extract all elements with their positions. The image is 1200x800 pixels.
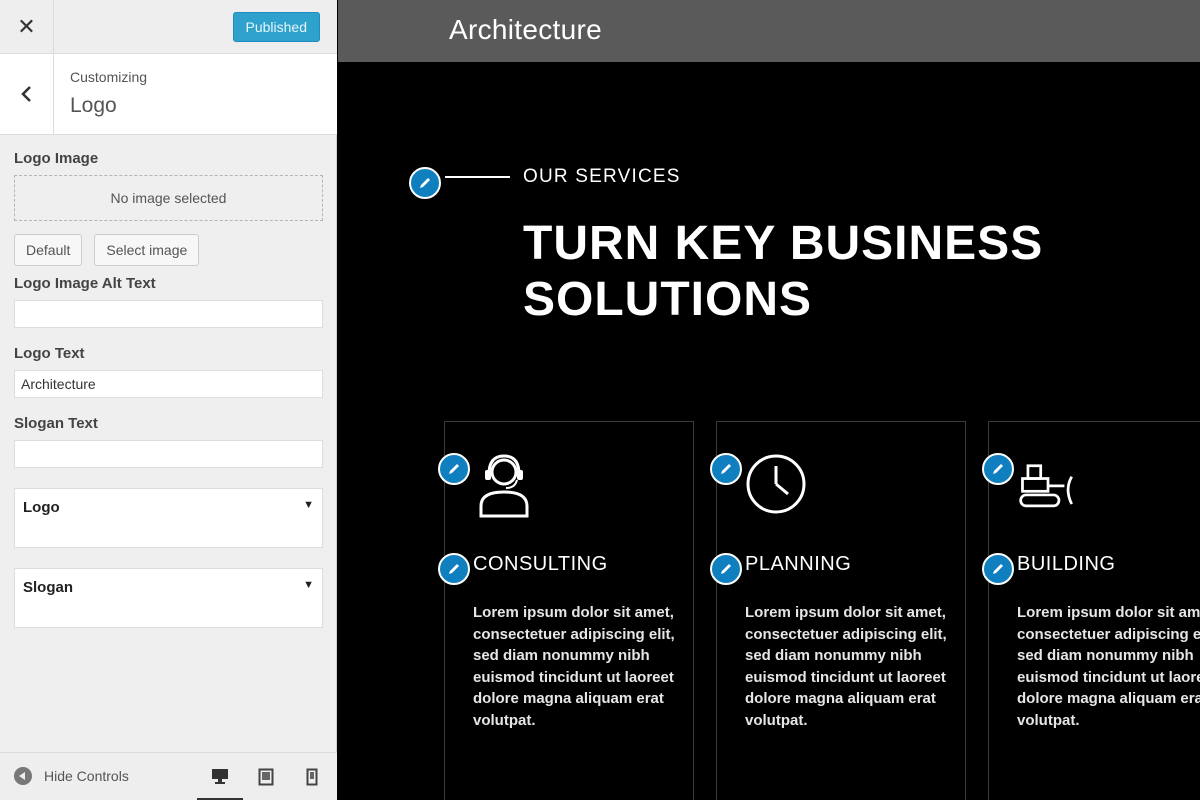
close-icon: ✕ [17,14,36,39]
pencil-icon [449,564,459,574]
customizer-sidebar: ✕ Published Customizing Logo Logo Image … [0,0,337,800]
pencil-icon [721,564,731,574]
services-headline: TURN KEY BUSINESS SOLUTIONS [523,216,1043,328]
mobile-icon [306,768,318,786]
alt-text-label: Logo Image Alt Text [14,275,156,292]
logo-controls: Logo Image No image selected Default Sel… [14,150,323,628]
bulldozer-icon [1019,464,1073,508]
customizer-footer: Hide Controls [0,752,337,800]
services-eyebrow: OUR SERVICES [523,166,681,187]
chevron-left-icon [20,86,31,102]
card-body: Lorem ipsum dolor sit amet, consectetuer… [1017,604,1200,729]
hide-controls-label: Hide Controls [44,768,129,784]
logo-panel-label: Logo [23,499,60,516]
hide-controls-button[interactable]: Hide Controls [14,767,129,785]
edit-shortcut-button[interactable] [409,167,441,199]
section-breadcrumb: Customizing [70,69,148,85]
tablet-preview-button[interactable] [243,753,289,800]
close-button[interactable]: ✕ [0,0,54,54]
select-image-button[interactable]: Select image [94,234,200,266]
slogan-panel[interactable]: Slogan ▼ [14,568,323,628]
desktop-icon [212,768,228,784]
logo-text-input[interactable] [14,370,323,398]
site-header: Architecture [338,0,1200,62]
edit-shortcut-button[interactable] [982,453,1014,485]
no-image-text: No image selected [110,190,227,206]
pencil-icon [449,464,459,474]
mobile-preview-button[interactable] [289,753,335,800]
eyebrow-divider [445,176,510,178]
service-card-building: BUILDING Lorem ipsum dolor sit amet, con… [988,421,1200,800]
back-button[interactable] [0,54,54,134]
card-body: Lorem ipsum dolor sit amet, consectetuer… [473,604,675,729]
headline-line-2: SOLUTIONS [523,273,813,326]
clock-icon [746,454,806,514]
slogan-text-label: Slogan Text [14,415,98,432]
card-title: CONSULTING [473,553,608,575]
alt-text-input[interactable] [14,300,323,328]
slogan-panel-label: Slogan [23,579,74,596]
logo-panel[interactable]: Logo ▼ [14,488,323,548]
pencil-icon [420,178,430,188]
collapse-icon [14,767,32,785]
logo-text-label: Logo Text [14,345,85,362]
logo-image-label: Logo Image [14,150,99,167]
tablet-icon [258,768,274,786]
edit-shortcut-button[interactable] [710,553,742,585]
logo-image-dropzone[interactable]: No image selected [14,175,323,221]
desktop-preview-button[interactable] [197,753,243,800]
edit-shortcut-button[interactable] [710,453,742,485]
support-agent-icon [479,454,529,518]
caret-down-icon: ▼ [303,579,314,591]
edit-shortcut-button[interactable] [982,553,1014,585]
publish-button[interactable]: Published [232,12,320,42]
default-button[interactable]: Default [14,234,83,266]
card-body: Lorem ipsum dolor sit amet, consectetuer… [745,604,947,729]
section-header: Customizing Logo [0,54,337,135]
edit-shortcut-button[interactable] [438,453,470,485]
site-title[interactable]: Architecture [449,14,602,46]
pencil-icon [721,464,731,474]
pencil-icon [993,464,1003,474]
site-preview: Architecture OUR SERVICES TURN KEY BUSIN… [338,0,1200,800]
edit-shortcut-button[interactable] [438,553,470,585]
card-title: BUILDING [1017,553,1116,575]
headline-line-1: TURN KEY BUSINESS [523,217,1044,270]
caret-down-icon: ▼ [303,499,314,511]
slogan-text-input[interactable] [14,440,323,468]
customizer-topbar: ✕ Published [0,0,337,54]
pencil-icon [993,564,1003,574]
section-title: Logo [70,94,117,117]
service-card-consulting: CONSULTING Lorem ipsum dolor sit amet, c… [444,421,694,800]
logo-image-buttons: Default Select image [14,234,323,266]
card-title: PLANNING [745,553,852,575]
service-card-planning: PLANNING Lorem ipsum dolor sit amet, con… [716,421,966,800]
